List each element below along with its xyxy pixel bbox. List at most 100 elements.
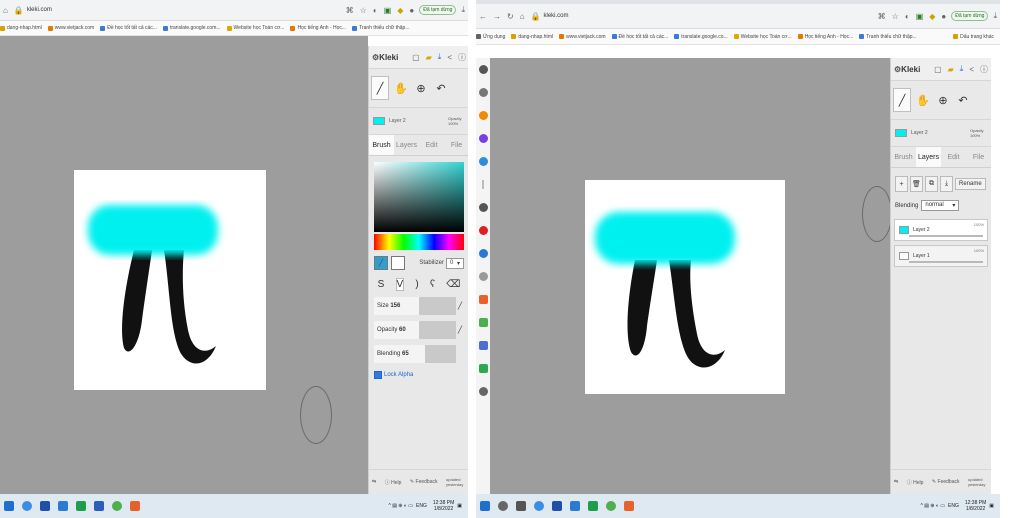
extension-icon-4[interactable]: ● xyxy=(409,6,414,15)
rail-app-icon[interactable] xyxy=(478,226,488,235)
rail-app-icon[interactable] xyxy=(478,272,488,281)
help-icon[interactable]: ⓘ xyxy=(458,52,466,63)
extension-icon-3[interactable]: ◆ xyxy=(397,6,403,15)
profile-button[interactable]: Đã tạm dừng xyxy=(419,5,457,15)
forward-icon[interactable]: → xyxy=(493,12,501,21)
blending-slider[interactable]: Blending 65 xyxy=(374,345,464,363)
add-layer-icon[interactable]: + xyxy=(895,176,908,192)
bookmark-item[interactable]: www.vietjack.com xyxy=(47,25,94,31)
hand-tool-button[interactable]: ✋ xyxy=(915,89,931,111)
star-icon[interactable]: ☆ xyxy=(360,6,367,15)
stabilizer-select[interactable]: 0 ▾ xyxy=(446,257,464,269)
extension-icon[interactable]: ◐ xyxy=(373,6,378,15)
lock-alpha-checkbox[interactable]: Lock Alpha xyxy=(374,371,464,379)
help-link[interactable]: ⓘ Help xyxy=(907,479,924,486)
mail-icon[interactable] xyxy=(570,501,580,511)
task-view-icon[interactable] xyxy=(516,501,526,511)
start-icon[interactable] xyxy=(4,501,14,511)
primary-color-swatch[interactable]: ╱ xyxy=(374,256,388,270)
rail-messenger-icon[interactable] xyxy=(478,134,488,143)
chrome-icon[interactable] xyxy=(606,501,616,511)
bookmark-item[interactable]: translate.google.com... xyxy=(162,25,221,31)
hue-slider[interactable] xyxy=(374,234,464,250)
extension-icon-3[interactable]: ◆ xyxy=(929,12,935,21)
secondary-color-swatch[interactable] xyxy=(391,256,405,270)
rail-bell-icon[interactable] xyxy=(478,387,488,396)
brush-tool-button[interactable]: ╱ xyxy=(893,88,911,112)
home-icon[interactable]: ⌂ xyxy=(520,12,525,21)
zoom-tool-button[interactable]: ⊕ xyxy=(413,77,429,99)
download-icon[interactable]: ⤓ xyxy=(960,64,964,75)
size-slider[interactable]: Size 156 ╱ xyxy=(374,297,464,315)
opacity-slider[interactable]: Opacity 60 ╱ xyxy=(374,321,464,339)
rail-app-icon[interactable] xyxy=(478,364,488,373)
mail-icon[interactable] xyxy=(58,501,68,511)
feedback-link[interactable]: ✎ Feedback xyxy=(932,479,960,485)
download-icon[interactable]: ⤓ xyxy=(993,11,997,21)
edge-icon[interactable] xyxy=(22,501,32,511)
merge-down-icon[interactable]: ⤓ xyxy=(940,176,953,192)
canvas-workspace[interactable] xyxy=(490,58,892,494)
layer-opacity-slider[interactable] xyxy=(909,261,983,263)
rail-app-icon[interactable] xyxy=(478,65,488,74)
pressure-icon[interactable]: ╱ xyxy=(456,326,464,334)
extension-icon-2[interactable]: ▣ xyxy=(384,6,392,15)
pixel-brush-icon[interactable]: ʕ xyxy=(430,279,435,290)
extension-icon-2[interactable]: ▣ xyxy=(916,12,924,21)
help-link[interactable]: ⓘ Help xyxy=(385,479,402,486)
bookmark-item[interactable]: Đề học tốt tất cả các... xyxy=(611,34,668,40)
layer-row[interactable]: Layer 1 100% xyxy=(894,245,988,267)
powerpoint-icon[interactable] xyxy=(130,501,140,511)
tab-brush[interactable]: Brush xyxy=(369,135,394,155)
address-bar[interactable]: kleki.com xyxy=(27,7,52,13)
share-icon[interactable]: < xyxy=(447,52,452,63)
bookmark-item[interactable]: dang-nhap.html xyxy=(0,25,42,31)
notification-icon[interactable]: ▣ xyxy=(989,503,994,509)
chrome-icon[interactable] xyxy=(112,501,122,511)
download-icon[interactable]: ⤓ xyxy=(438,52,442,63)
clock[interactable]: 12:38 PM 1/8/2022 xyxy=(433,500,454,512)
extension-icon-4[interactable]: ● xyxy=(941,12,946,21)
bookmark-item[interactable]: Học tiếng Anh - Học... xyxy=(797,34,853,40)
bookmark-item[interactable]: translate.google.co... xyxy=(674,34,728,40)
layer-opacity-slider[interactable] xyxy=(909,235,983,237)
duplicate-layer-icon[interactable]: ⧉ xyxy=(925,176,938,192)
excel-icon[interactable] xyxy=(76,501,86,511)
notification-icon[interactable]: ▣ xyxy=(457,503,462,509)
rail-app-icon[interactable] xyxy=(478,295,488,304)
bookmark-item[interactable]: www.vietjack.com xyxy=(559,34,606,40)
settings-icon[interactable]: ⇆ xyxy=(894,479,898,485)
folder-icon[interactable]: ▰ xyxy=(426,52,432,63)
reload-icon[interactable]: ↻ xyxy=(507,12,514,21)
tab-layers[interactable]: Layers xyxy=(916,147,941,167)
language-indicator[interactable]: ENG xyxy=(948,503,959,509)
back-icon[interactable]: ← xyxy=(479,12,487,21)
word-icon[interactable] xyxy=(94,501,104,511)
share-icon[interactable]: < xyxy=(969,64,974,75)
hand-tool-button[interactable]: ✋ xyxy=(393,77,409,99)
search-icon[interactable] xyxy=(498,501,508,511)
tray-icons[interactable]: ^ ▤ ⊕ ◐ ▭ xyxy=(388,503,413,509)
drawing-canvas[interactable] xyxy=(585,180,785,394)
language-indicator[interactable]: ENG xyxy=(416,503,427,509)
rail-add-icon[interactable] xyxy=(478,203,488,212)
new-file-icon[interactable]: ▢ xyxy=(412,52,420,63)
tab-edit[interactable]: Edit xyxy=(941,147,966,167)
translate-icon[interactable]: ⌘ xyxy=(878,12,886,21)
bookmark-item[interactable]: Học tiếng Anh - Học... xyxy=(290,25,346,31)
other-bookmarks[interactable]: Dấu trang khác xyxy=(953,34,994,40)
color-picker[interactable] xyxy=(374,162,464,232)
new-file-icon[interactable]: ▢ xyxy=(934,64,942,75)
canvas-workspace[interactable] xyxy=(0,36,368,494)
clock[interactable]: 12:38 PM 1/8/2022 xyxy=(965,500,986,512)
rail-app-icon[interactable] xyxy=(478,341,488,350)
star-icon[interactable]: ☆ xyxy=(892,12,899,21)
layer-preview[interactable]: Layer 2 Opacity 100% xyxy=(891,120,991,147)
download-icon[interactable]: ⤓ xyxy=(461,5,465,15)
blend-brush-icon[interactable]: V xyxy=(395,278,405,291)
extension-icon[interactable]: ◐ xyxy=(905,12,910,21)
edge-icon[interactable] xyxy=(534,501,544,511)
rail-history-icon[interactable] xyxy=(478,88,488,97)
rail-app-icon[interactable] xyxy=(478,111,488,120)
pressure-icon[interactable]: ╱ xyxy=(456,302,464,310)
